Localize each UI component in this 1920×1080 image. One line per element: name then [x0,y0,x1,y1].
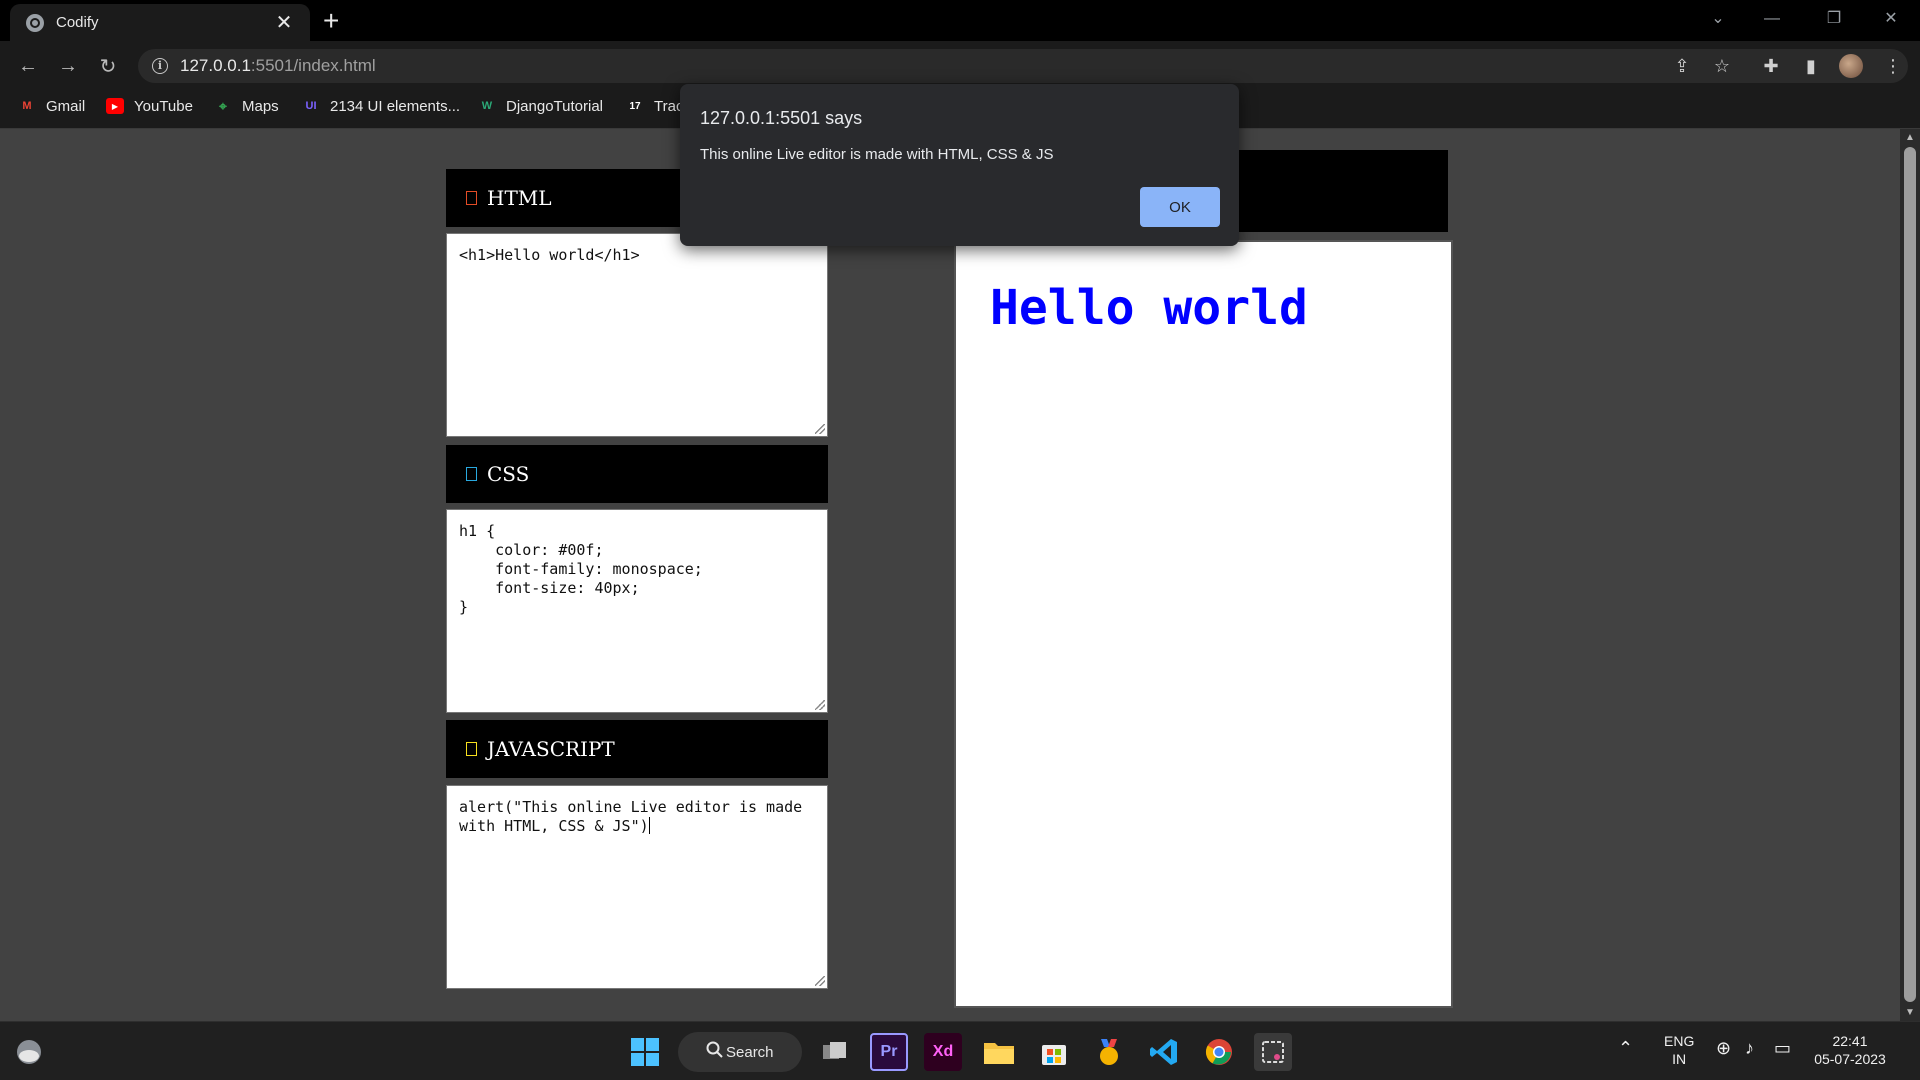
globe-icon [26,13,44,32]
menu-icon[interactable]: ⋮ [1877,50,1909,82]
address-bar[interactable]: i 127.0.0.1:5501/index.html [138,49,1908,83]
youtube-icon: ▶ [106,98,124,114]
js-code-line-2: with HTML, CSS & JS") [459,817,649,835]
uiverse-icon: UI [305,100,317,112]
text-caret [648,817,650,834]
battery-icon[interactable]: ▭ [1774,1038,1791,1059]
medal-app-icon[interactable] [1090,1033,1128,1071]
restore-button[interactable]: ❐ [1814,4,1854,34]
js-code-line-1: alert("This online Live editor is made [459,798,803,816]
resize-handle[interactable] [815,424,825,434]
adobe-xd-icon[interactable]: Xd [924,1033,962,1071]
output-heading: Hello world [990,280,1308,336]
clock-time: 22:41 [1832,1033,1868,1049]
taskbar-search[interactable]: Search [678,1032,802,1072]
dialog-title: 127.0.0.1:5501 says [700,108,863,128]
gmail-icon: M [22,100,32,112]
scroll-up-icon[interactable]: ▲ [1900,132,1920,143]
bookmark-djangotutorial[interactable]: W DjangoTutorial [478,91,603,121]
search-icon [706,1041,724,1063]
css-editor[interactable]: h1 { color: #00f; font-family: monospace… [446,509,828,713]
back-icon[interactable]: ← [12,50,44,82]
microsoft-store-icon[interactable] [1035,1033,1073,1071]
lang-region: IN [1672,1051,1687,1067]
clock-date: 05-07-2023 [1814,1051,1886,1067]
scroll-down-icon[interactable]: ▼ [1900,1007,1920,1018]
url-text: 127.0.0.1:5501/index.html [180,56,376,75]
show-hidden-icons[interactable]: ⌃ [1618,1038,1633,1059]
language-indicator[interactable]: ENG IN [1664,1032,1694,1068]
site-info-icon[interactable]: i [152,58,168,74]
close-window-button[interactable]: ✕ [1871,4,1911,34]
css3-icon [466,467,477,481]
javascript-icon [466,742,477,756]
start-button[interactable] [626,1033,664,1071]
profile-avatar[interactable] [1835,50,1867,82]
bookmark-maps[interactable]: ⌖ Maps [214,91,279,121]
css-code: h1 { color: #00f; font-family: monospace… [459,522,703,616]
bookmark-gmail[interactable]: M Gmail [18,91,85,121]
vscode-icon[interactable] [1145,1033,1183,1071]
network-icon[interactable]: ⊕ [1716,1038,1731,1059]
scrollbar-thumb[interactable] [1904,147,1916,1002]
file-explorer-icon[interactable] [980,1033,1018,1071]
reload-icon[interactable]: ↻ [92,50,124,82]
html-panel-title: HTML [487,186,552,210]
clock[interactable]: 22:41 05-07-2023 [1810,1032,1890,1068]
side-panel-icon[interactable]: ▮ [1795,50,1827,82]
lang-code: ENG [1664,1033,1695,1049]
tradingview-icon: 17 [629,100,641,112]
premiere-pro-icon[interactable]: Pr [870,1033,908,1071]
bookmark-youtube[interactable]: ▶ YouTube [106,91,193,121]
dialog-message: This online Live editor is made with HTM… [700,146,1054,163]
django-icon: W [481,100,493,112]
windows-taskbar: Search Pr Xd ⌃ ENG IN ⊕ ♪ ▭ 22:41 05-07-… [0,1021,1920,1080]
js-panel-title: JAVASCRIPT [487,737,615,761]
tab-codify[interactable]: Codify ✕ [10,4,310,41]
resize-handle[interactable] [815,976,825,986]
js-panel-header: JAVASCRIPT [446,720,828,778]
weather-icon[interactable] [10,1033,48,1071]
js-editor[interactable]: alert("This online Live editor is made w… [446,785,828,989]
task-view-icon[interactable] [816,1033,854,1071]
maps-icon: ⌖ [219,97,227,114]
bookmark-star-icon[interactable]: ☆ [1706,50,1738,82]
extensions-icon[interactable]: ✚ [1755,50,1787,82]
css-panel-title: CSS [487,462,530,486]
ok-button[interactable]: OK [1140,187,1220,227]
tab-title: Codify [56,14,99,31]
tab-strip: Codify ✕ + ⌄ — ❐ ✕ [0,0,1920,41]
search-label: Search [726,1043,774,1061]
output-preview: Hello world [954,240,1453,1008]
share-icon[interactable]: ⇪ [1666,50,1698,82]
new-tab-button[interactable]: + [323,6,339,36]
html-editor[interactable]: <h1>Hello world</h1> [446,233,828,437]
close-tab-icon[interactable]: ✕ [272,11,296,35]
css-panel-header: CSS [446,445,828,503]
page-viewport [0,129,1900,1021]
chrome-icon[interactable] [1200,1033,1238,1071]
bookmark-ui-elements[interactable]: UI 2134 UI elements... [302,91,461,121]
snipping-tool-icon[interactable] [1254,1033,1292,1071]
html-code: <h1>Hello world</h1> [459,246,640,264]
tab-search-icon[interactable]: ⌄ [1698,4,1738,34]
html5-icon [466,191,477,205]
alert-dialog: 127.0.0.1:5501 says This online Live edi… [680,84,1239,246]
forward-icon[interactable]: → [52,50,84,82]
minimize-button[interactable]: — [1752,4,1792,34]
page-scrollbar[interactable]: ▲ ▼ [1900,129,1920,1021]
resize-handle[interactable] [815,700,825,710]
bookmark-trac[interactable]: 17 Trac [626,91,683,121]
volume-icon[interactable]: ♪ [1745,1038,1754,1059]
